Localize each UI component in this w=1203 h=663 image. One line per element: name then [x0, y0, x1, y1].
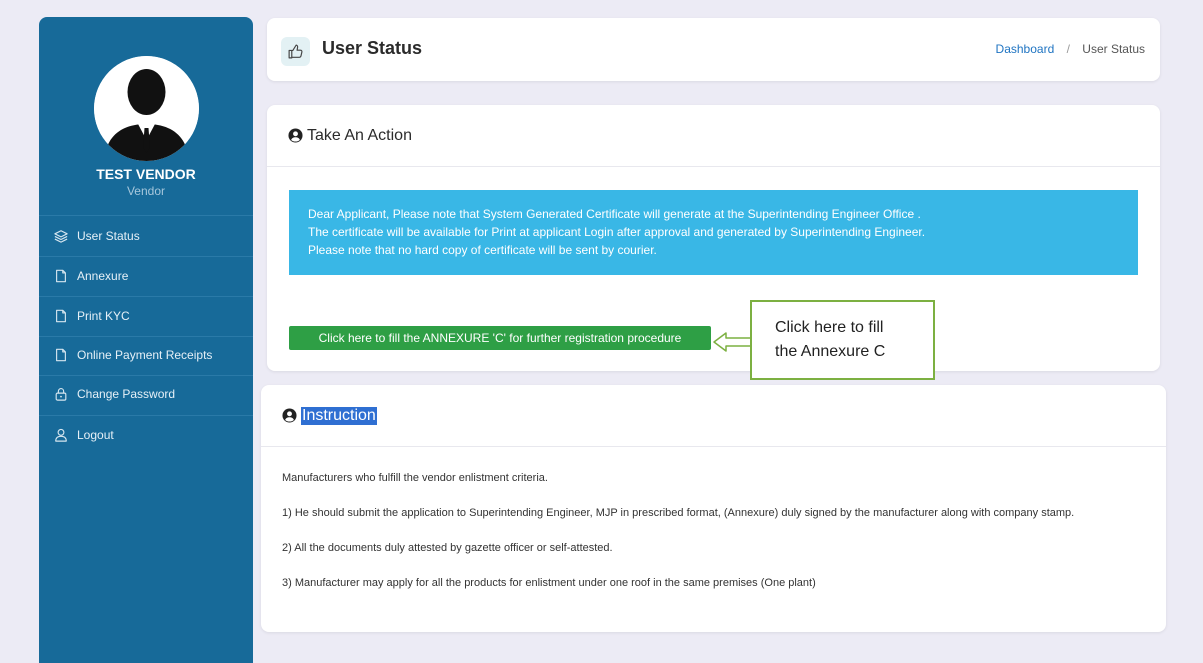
user-avatar-icon [94, 56, 199, 161]
sidebar-item-label: Change Password [77, 387, 176, 401]
breadcrumb-current: User Status [1082, 42, 1145, 56]
callout-box: Click here to fill the Annexure C [750, 300, 935, 380]
lock-icon [54, 387, 68, 401]
sidebar-item-label: Print KYC [77, 309, 130, 323]
sidebar-item-annexure[interactable]: Annexure [39, 256, 253, 296]
user-role: Vendor [126, 184, 166, 198]
callout-arrow-icon [713, 332, 752, 352]
info-line: The certificate will be available for Pr… [308, 225, 926, 239]
layers-icon [54, 229, 68, 243]
file-icon [54, 348, 68, 362]
sidebar-item-change-password[interactable]: Change Password [39, 374, 253, 414]
sidebar-item-logout[interactable]: Logout [39, 415, 253, 455]
sidebar: TEST VENDOR Vendor User Status Annexure … [39, 17, 253, 663]
user-icon [54, 428, 68, 442]
sidebar-item-label: Online Payment Receipts [77, 348, 213, 362]
instruction-card-title: Instruction [301, 406, 377, 425]
sidebar-item-label: Annexure [77, 269, 129, 283]
info-line: Please note that no hard copy of certifi… [308, 243, 657, 257]
callout-line: the Annexure C [775, 343, 886, 360]
user-name: TEST VENDOR [96, 166, 196, 182]
file-icon [54, 269, 68, 283]
breadcrumb-separator: / [1066, 42, 1070, 56]
sidebar-item-user-status[interactable]: User Status [39, 216, 253, 256]
callout-line: Click here to fill [775, 319, 884, 336]
sidebar-item-label: User Status [77, 229, 140, 243]
action-card-header: Take An Action [267, 105, 1160, 167]
action-card-title: Take An Action [307, 126, 412, 144]
instruction-card: Instruction Manufacturers who fulfill th… [261, 385, 1166, 632]
instruction-line: 2) All the documents duly attested by ga… [282, 542, 613, 554]
avatar [94, 56, 199, 161]
thumbs-up-icon [281, 37, 310, 66]
sidebar-item-label: Logout [77, 428, 114, 442]
sidebar-item-online-payment-receipts[interactable]: Online Payment Receipts [39, 335, 253, 375]
file-icon [54, 309, 68, 323]
page-header-card: User Status Dashboard / User Status [267, 18, 1160, 81]
fill-annexure-c-button[interactable]: Click here to fill the ANNEXURE 'C' for … [289, 326, 711, 350]
breadcrumb-link-dashboard[interactable]: Dashboard [996, 42, 1055, 56]
instruction-line: 3) Manufacturer may apply for all the pr… [282, 577, 816, 589]
breadcrumb: Dashboard / User Status [996, 42, 1145, 56]
page-title: User Status [322, 38, 423, 58]
user-circle-icon [282, 408, 297, 423]
sidebar-item-print-kyc[interactable]: Print KYC [39, 296, 253, 336]
instruction-card-header: Instruction [261, 385, 1166, 447]
info-line: Dear Applicant, Please note that System … [308, 207, 921, 221]
info-alert: Dear Applicant, Please note that System … [289, 190, 1138, 275]
user-circle-icon [288, 128, 303, 143]
instruction-line: 1) He should submit the application to S… [282, 507, 1075, 519]
instruction-line: Manufacturers who fulfill the vendor enl… [282, 472, 548, 484]
